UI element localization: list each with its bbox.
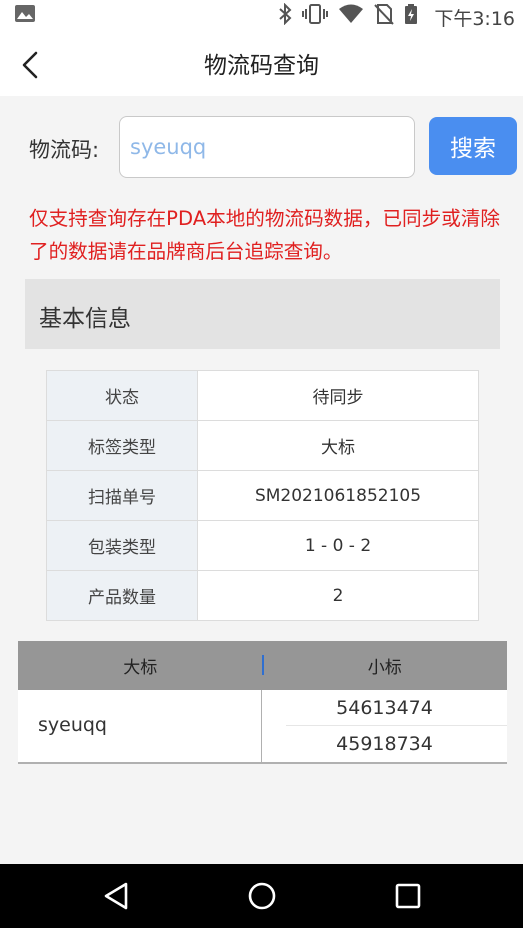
big-tag-cell: syeuqq bbox=[18, 690, 262, 762]
main-content: 物流码: 搜索 仅支持查询存在PDA本地的物流码数据，已同步或清除了的数据请在品… bbox=[0, 96, 523, 864]
info-key: 产品数量 bbox=[46, 570, 198, 621]
big-tag-code: syeuqq bbox=[38, 714, 107, 736]
info-key: 状态 bbox=[46, 370, 198, 421]
status-bar: 下午3:16 bbox=[0, 0, 523, 30]
big-tag-header: 大标 bbox=[123, 658, 158, 678]
no-sim-icon bbox=[374, 4, 394, 25]
info-value: 待同步 bbox=[197, 370, 479, 421]
info-value: 1 - 0 - 2 bbox=[197, 520, 479, 571]
small-tag-cell: 54613474 45918734 bbox=[262, 690, 507, 762]
logistics-code-label: 物流码: bbox=[29, 138, 100, 162]
system-nav-bar bbox=[0, 864, 523, 928]
wifi-icon bbox=[339, 4, 363, 23]
basic-info-header: 基本信息 bbox=[25, 279, 500, 349]
info-key: 包装类型 bbox=[46, 520, 198, 571]
info-row: 扫描单号 SM2021061852105 bbox=[46, 470, 479, 521]
small-tag-code: 45918734 bbox=[286, 725, 507, 760]
info-row: 标签类型 大标 bbox=[46, 420, 479, 471]
bluetooth-icon bbox=[279, 3, 292, 25]
notice-text: 仅支持查询存在PDA本地的物流码数据，已同步或清除了的数据请在品牌商后台追踪查询… bbox=[29, 207, 501, 263]
gallery-icon bbox=[15, 5, 35, 22]
battery-charging-icon bbox=[405, 4, 417, 24]
vibrate-icon bbox=[302, 4, 328, 24]
info-value: 大标 bbox=[197, 420, 479, 471]
info-row: 状态 待同步 bbox=[46, 370, 479, 421]
title-bar: 物流码查询 bbox=[0, 30, 523, 96]
table-row: syeuqq 54613474 45918734 bbox=[18, 690, 507, 762]
info-value: SM2021061852105 bbox=[197, 470, 479, 521]
home-circle-icon[interactable] bbox=[246, 880, 278, 912]
status-time: 下午3:16 bbox=[434, 8, 515, 30]
info-row: 产品数量 2 bbox=[46, 570, 479, 621]
basic-info-table: 状态 待同步 标签类型 大标 扫描单号 SM2021061852105 包装类型… bbox=[46, 370, 479, 621]
small-tag-header: 小标 bbox=[367, 658, 402, 678]
search-button[interactable]: 搜索 bbox=[429, 117, 517, 175]
info-row: 包装类型 1 - 0 - 2 bbox=[46, 520, 479, 571]
tag-table: 大标 小标 syeuqq 54613474 45918734 bbox=[18, 641, 507, 764]
info-key: 标签类型 bbox=[46, 420, 198, 471]
status-icons bbox=[278, 3, 418, 25]
tag-table-header: 大标 小标 bbox=[18, 641, 507, 690]
section-title: 基本信息 bbox=[39, 306, 131, 332]
logistics-code-input[interactable] bbox=[119, 116, 415, 178]
info-value: 2 bbox=[197, 570, 479, 621]
info-key: 扫描单号 bbox=[46, 470, 198, 521]
page-title: 物流码查询 bbox=[204, 53, 319, 79]
column-resize-handle[interactable] bbox=[262, 655, 264, 675]
recents-square-icon[interactable] bbox=[392, 880, 424, 912]
back-triangle-icon[interactable] bbox=[100, 880, 132, 912]
small-tag-code: 54613474 bbox=[336, 697, 433, 719]
